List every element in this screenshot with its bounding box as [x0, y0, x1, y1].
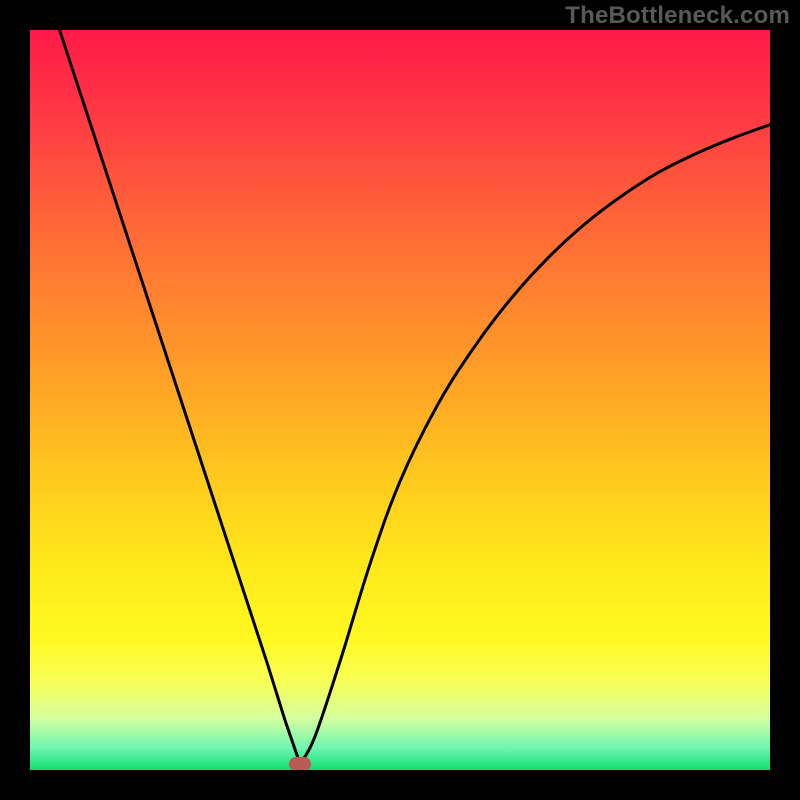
- chart-svg: [30, 30, 770, 770]
- chart-frame: TheBottleneck.com: [0, 0, 800, 800]
- gradient-bg: [30, 30, 770, 770]
- optimal-point-marker: [289, 757, 311, 770]
- plot-area: [30, 30, 770, 770]
- watermark-text: TheBottleneck.com: [565, 2, 790, 30]
